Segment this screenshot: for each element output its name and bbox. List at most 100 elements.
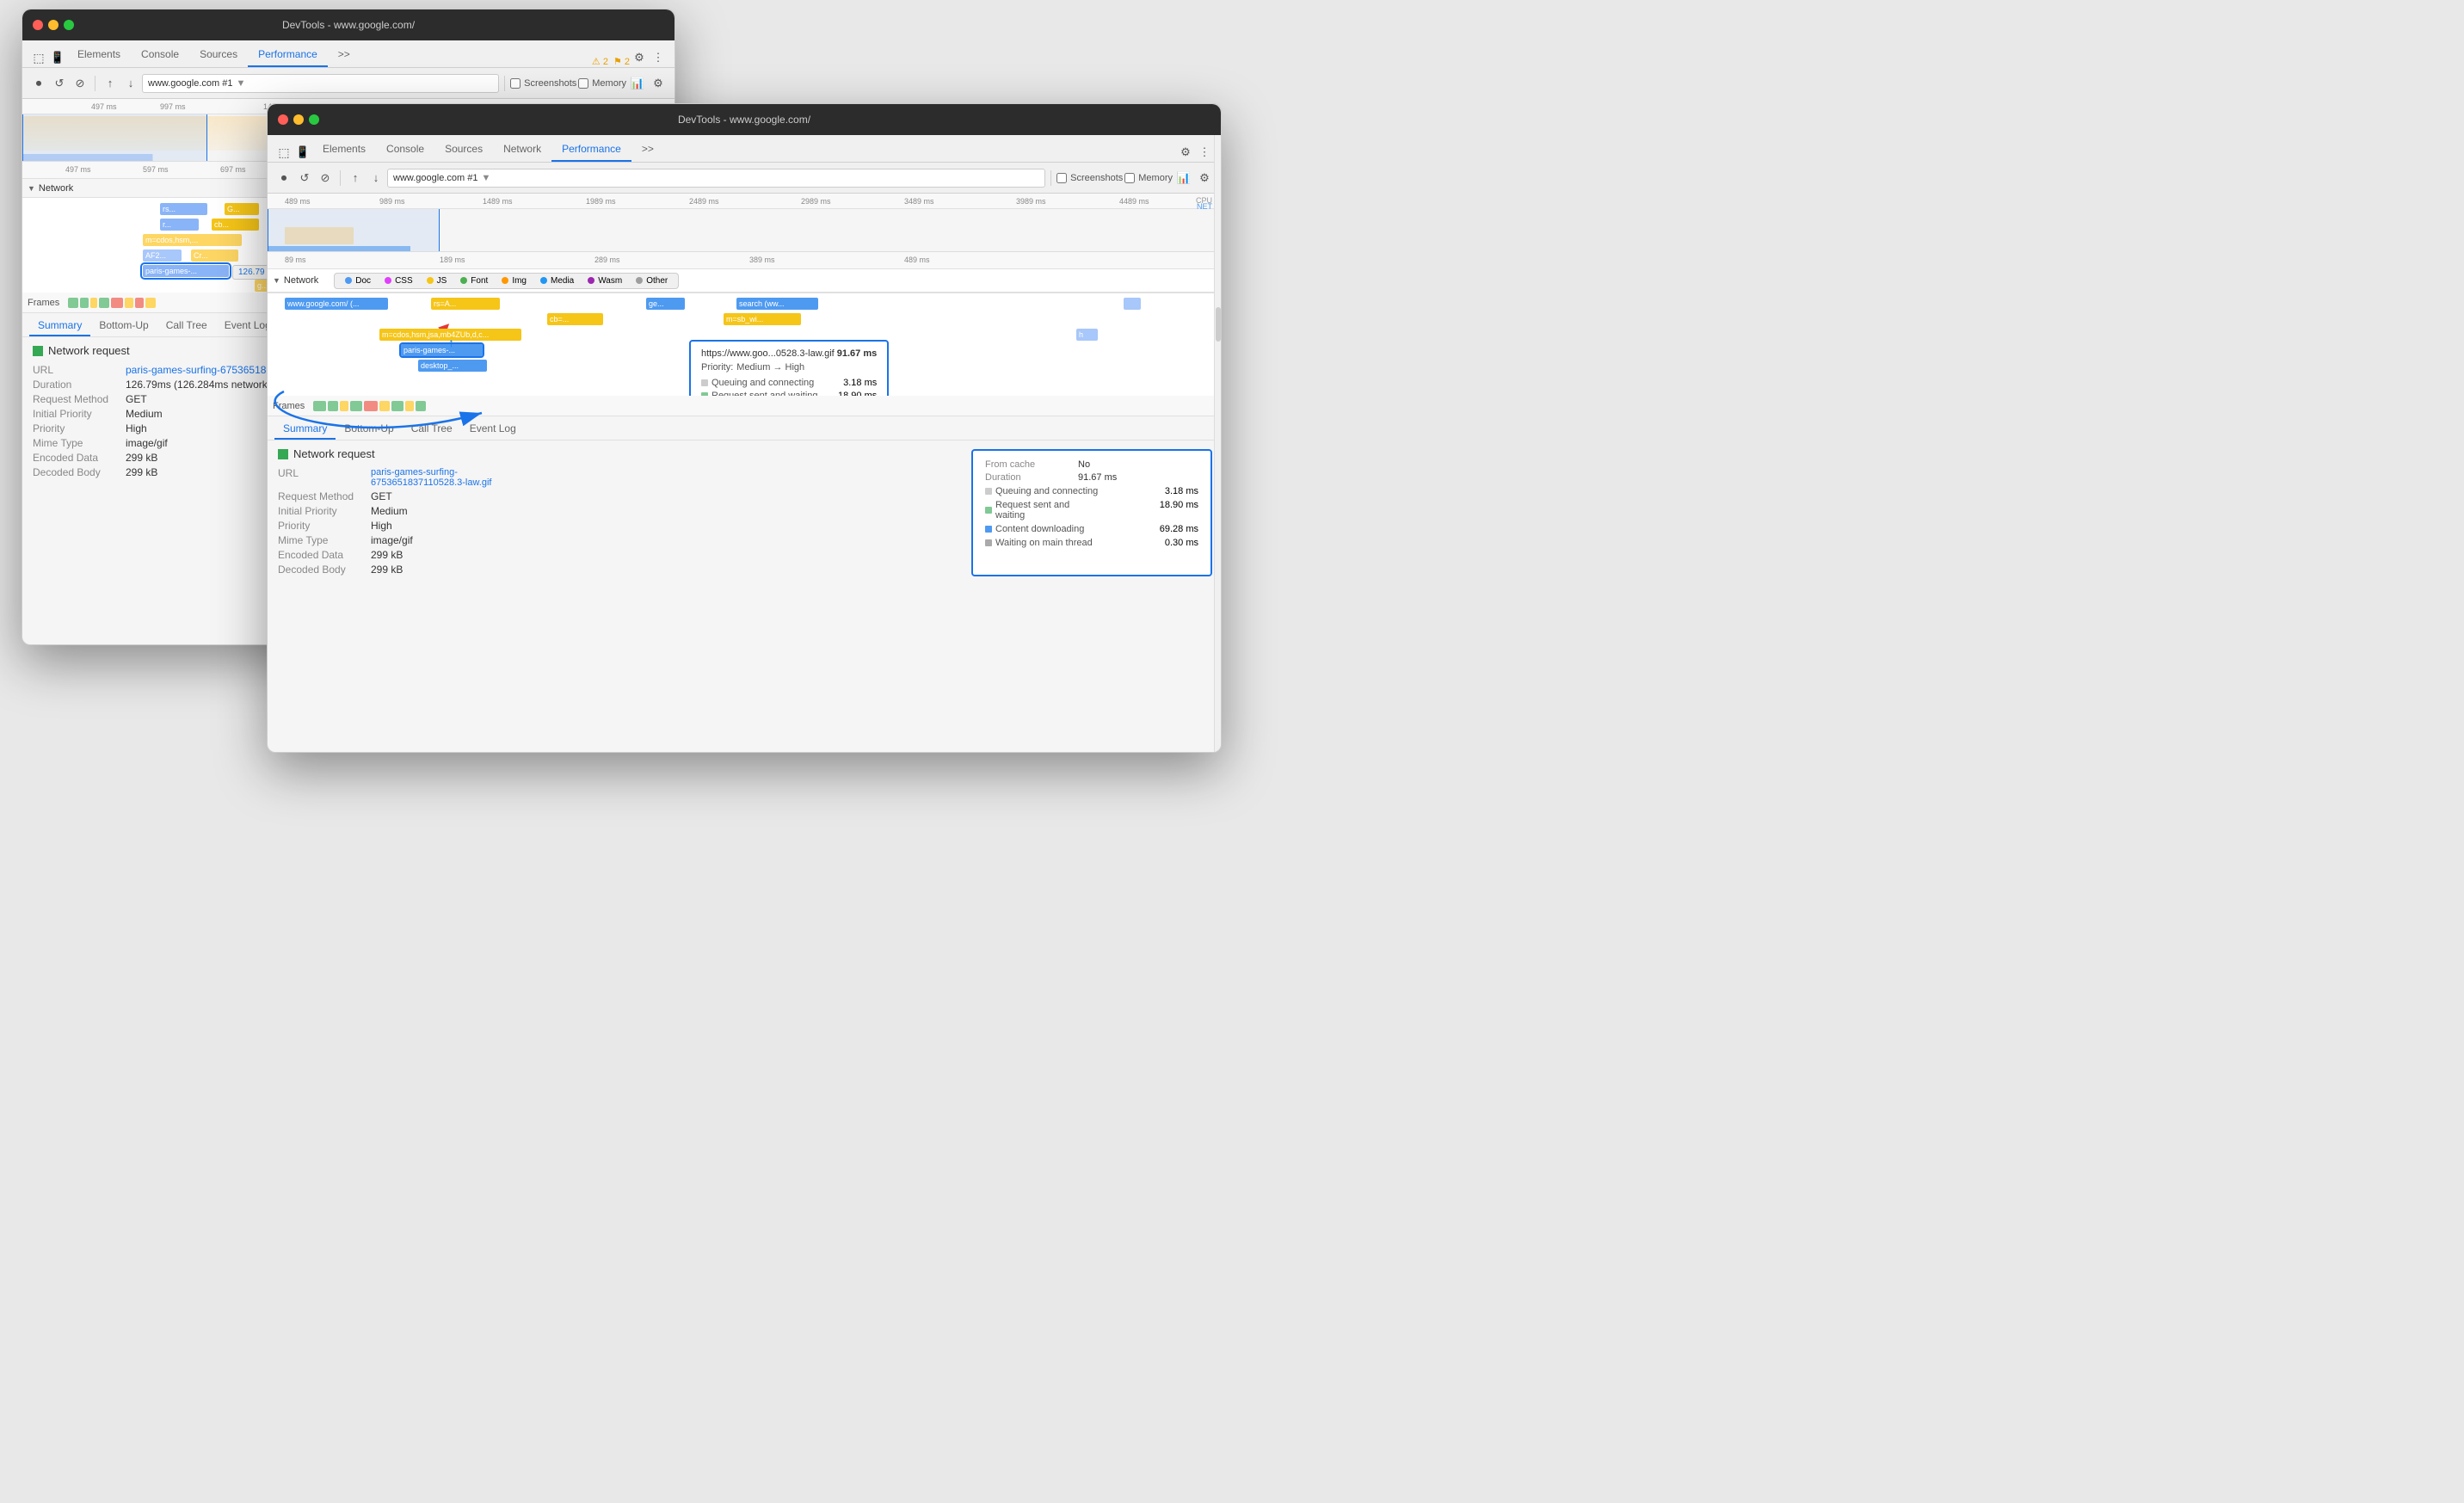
tab-eventlog-2[interactable]: Event Log bbox=[461, 419, 525, 440]
selection-highlight-2 bbox=[268, 209, 440, 251]
controls-toolbar-2: ⏺ ↺ ⊘ ↑ ↓ www.google.com #1 ▼ Screenshot… bbox=[268, 163, 1221, 194]
inspect-icon-2[interactable]: ⬚ bbox=[274, 143, 293, 162]
tab-elements-1[interactable]: Elements bbox=[67, 43, 131, 67]
tab-performance-2[interactable]: Performance bbox=[551, 138, 631, 162]
upload-btn-2[interactable]: ↑ bbox=[346, 169, 365, 188]
filter-media[interactable]: Media bbox=[535, 275, 579, 286]
memory-checkbox-2[interactable] bbox=[1124, 173, 1135, 183]
tab-summary-2[interactable]: Summary bbox=[274, 419, 336, 440]
filter-wasm[interactable]: Wasm bbox=[582, 275, 627, 286]
gear-icon-2[interactable]: ⚙ bbox=[1195, 169, 1214, 188]
net-bar-right1[interactable] bbox=[1124, 298, 1141, 310]
tab-calltree-1[interactable]: Call Tree bbox=[157, 316, 216, 336]
clear-btn-1[interactable]: ⊘ bbox=[71, 74, 89, 93]
info-row-q: Queuing and connecting 3.18 ms bbox=[985, 486, 1198, 496]
tab-more-1[interactable]: >> bbox=[328, 43, 360, 67]
address-bar-1[interactable]: www.google.com #1 ▼ bbox=[142, 74, 499, 93]
inspect-icon[interactable]: ⬚ bbox=[29, 48, 48, 67]
more-btn-2[interactable]: ⋮ bbox=[1195, 143, 1214, 162]
filter-img[interactable]: Img bbox=[496, 275, 532, 286]
screenshots-checkbox-2[interactable] bbox=[1056, 173, 1067, 183]
net-bar-r[interactable]: r... bbox=[160, 219, 199, 231]
net-bar-paris-selected[interactable]: paris-games-... bbox=[143, 265, 229, 277]
net-bar-cb2[interactable]: cb=... bbox=[547, 313, 603, 325]
memory-checkbox-1[interactable] bbox=[578, 78, 588, 89]
perf-settings-icon-2[interactable]: 📊 bbox=[1174, 169, 1193, 188]
net-bar-cb[interactable]: cb... bbox=[212, 219, 259, 231]
screenshots-checkbox-1[interactable] bbox=[510, 78, 521, 89]
filter-js[interactable]: JS bbox=[422, 275, 453, 286]
filter-doc[interactable]: Doc bbox=[340, 275, 376, 286]
summary-url-link-2[interactable]: paris-games-surfing-6753651837110528.3-l… bbox=[371, 467, 491, 488]
window-title-2: DevTools - www.google.com/ bbox=[678, 114, 810, 126]
close-button-1[interactable] bbox=[33, 20, 43, 30]
net-bar-msbwi[interactable]: m=sb_wi... bbox=[724, 313, 801, 325]
address-bar-2[interactable]: www.google.com #1 ▼ bbox=[387, 169, 1045, 188]
gear-icon-1[interactable]: ⚙ bbox=[649, 74, 668, 93]
filter-other[interactable]: Other bbox=[631, 275, 673, 286]
net-bar-af2[interactable]: AF2... bbox=[143, 249, 182, 262]
tab-network-2[interactable]: Network bbox=[493, 138, 551, 162]
tab-sources-1[interactable]: Sources bbox=[189, 43, 248, 67]
net-bar-rs[interactable]: rs=A... bbox=[431, 298, 500, 310]
tab-more-2[interactable]: >> bbox=[631, 138, 664, 162]
titlebar-1: DevTools - www.google.com/ bbox=[22, 9, 675, 40]
green-indicator-2 bbox=[278, 449, 288, 459]
net-bar-ge2[interactable]: ge... bbox=[646, 298, 685, 310]
record-btn-1[interactable]: ⏺ bbox=[29, 74, 48, 93]
net-bar-cr[interactable]: Cr... bbox=[191, 249, 238, 262]
tab-performance-1[interactable]: Performance bbox=[248, 43, 328, 67]
summary-panel-2: Network request URL paris-games-surfing-… bbox=[268, 440, 963, 585]
tab-sources-2[interactable]: Sources bbox=[434, 138, 493, 162]
record-btn-2[interactable]: ⏺ bbox=[274, 169, 293, 188]
titlebar-2: DevTools - www.google.com/ bbox=[268, 104, 1221, 135]
reload-btn-2[interactable]: ↺ bbox=[295, 169, 314, 188]
sep-2 bbox=[504, 76, 505, 91]
tab-summary-1[interactable]: Summary bbox=[29, 316, 90, 336]
tab-bottomup-2[interactable]: Bottom-Up bbox=[336, 419, 402, 440]
download-btn-2[interactable]: ↓ bbox=[367, 169, 385, 188]
filter-css[interactable]: CSS bbox=[379, 275, 418, 286]
info-cache-row: From cache No bbox=[985, 459, 1198, 470]
more-btn-1[interactable]: ⋮ bbox=[649, 48, 668, 67]
clear-btn-2[interactable]: ⊘ bbox=[316, 169, 335, 188]
net-bar-h2[interactable]: h bbox=[1076, 329, 1098, 341]
tooltip-row-r: Request sent and waiting 18.90 ms bbox=[701, 391, 877, 396]
settings-btn-1[interactable]: ⚙ bbox=[630, 48, 649, 67]
tab-console-2[interactable]: Console bbox=[376, 138, 434, 162]
minimize-button-2[interactable] bbox=[293, 114, 304, 125]
tab-calltree-2[interactable]: Call Tree bbox=[403, 419, 461, 440]
net-bar-search2[interactable]: search (ww... bbox=[736, 298, 818, 310]
scrollbar-2[interactable] bbox=[1214, 135, 1221, 752]
warning-badge-1: ⚠ 2 bbox=[592, 56, 608, 67]
settings-btn-2[interactable]: ⚙ bbox=[1176, 143, 1195, 162]
triangle-icon-1: ▼ bbox=[28, 184, 35, 193]
reload-btn-1[interactable]: ↺ bbox=[50, 74, 69, 93]
net-bar-desktop2[interactable]: desktop_... bbox=[418, 360, 487, 372]
perf-settings-icon-1[interactable]: 📊 bbox=[628, 74, 647, 93]
net-bar-google-2[interactable]: www.google.com/ (... bbox=[285, 298, 388, 310]
scrollbar-thumb-2[interactable] bbox=[1216, 307, 1221, 342]
network-label-2: ▼ Network bbox=[273, 271, 318, 290]
tab-bottomup-1[interactable]: Bottom-Up bbox=[90, 316, 157, 336]
download-btn-1[interactable]: ↓ bbox=[121, 74, 140, 93]
devtools-window-2: DevTools - www.google.com/ ⬚ 📱 Elements … bbox=[267, 103, 1222, 753]
info-duration-row: Duration 91.67 ms bbox=[985, 472, 1198, 483]
device-icon[interactable]: 📱 bbox=[48, 48, 67, 67]
maximize-button-2[interactable] bbox=[309, 114, 319, 125]
device-icon-2[interactable]: 📱 bbox=[293, 143, 312, 162]
upload-btn-1[interactable]: ↑ bbox=[101, 74, 120, 93]
tab-elements-2[interactable]: Elements bbox=[312, 138, 376, 162]
net-bar-mcdos[interactable]: m=cdos,hsm,... bbox=[143, 234, 242, 246]
network-tooltip-2: https://www.goo...0528.3-law.gif 91.67 m… bbox=[689, 340, 889, 396]
maximize-button-1[interactable] bbox=[64, 20, 74, 30]
tab-console-1[interactable]: Console bbox=[131, 43, 189, 67]
net-bar-rs[interactable]: rs... bbox=[160, 203, 207, 215]
net-bar-g[interactable]: G... bbox=[225, 203, 259, 215]
minimize-button-1[interactable] bbox=[48, 20, 59, 30]
net-bar-paris-2[interactable]: paris-games-... bbox=[401, 344, 483, 356]
close-button-2[interactable] bbox=[278, 114, 288, 125]
info-row-w: Waiting on main thread 0.30 ms bbox=[985, 538, 1198, 548]
filter-font[interactable]: Font bbox=[455, 275, 493, 286]
summary-mime-row-2: Mime Type image/gif bbox=[278, 534, 952, 546]
